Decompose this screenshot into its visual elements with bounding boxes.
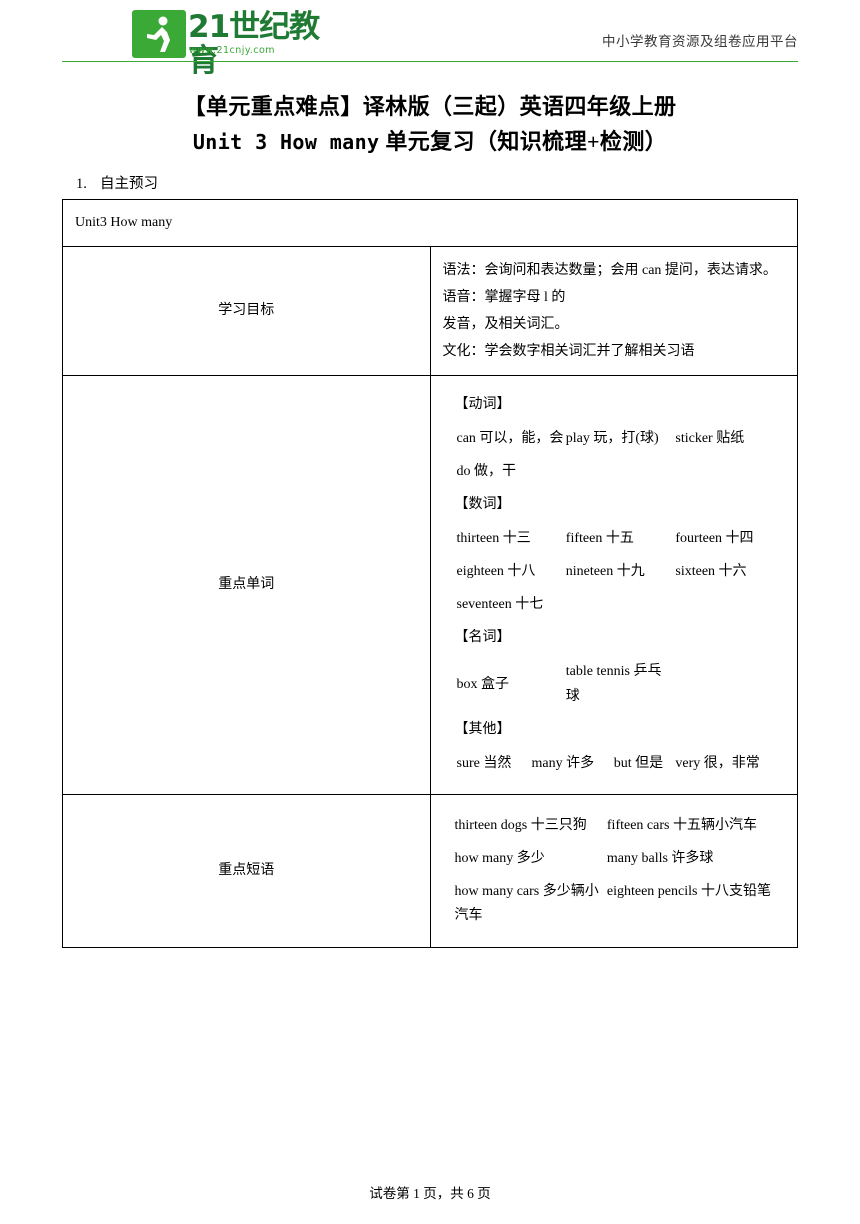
word-category: 【数词】 [454,497,511,512]
header-tagline: 中小学教育资源及组卷应用平台 [602,34,798,49]
word-row: box 盒子 table tennis 乒乓球 [443,659,786,709]
section-label: 自主预习 [100,176,158,192]
word-category: 【名词】 [454,630,511,645]
row-label-words: 重点单词 [62,375,431,795]
objectives-cell: 语法：会询问和表达数量；会用 can 提问，表达请求。语音：掌握字母 l 的 发… [429,246,798,376]
word-entry: can 可以，能，会 [456,431,564,446]
word-row: can 可以，能，会 play 玩，打(球) sticker 贴纸 [443,426,786,451]
table-row: Unit3 How many [62,199,798,247]
word-entry: but 但是 [613,756,664,771]
word-entry: do 做，干 [456,464,517,479]
phrase-entry: fifteen cars 十五辆小汽车 [606,818,757,833]
title-line-2: Unit 3 How many 单元复习（知识梳理+检测） [62,124,798,160]
phrase-entry: how many cars 多少辆小汽车 [454,884,599,923]
word-entry: seventeen 十七 [456,597,544,612]
section-number: 1. [76,176,87,192]
key-phrases-cell: thirteen dogs 十三只狗 fifteen cars 十五辆小汽车 h… [429,794,798,948]
word-entry [675,659,785,709]
objective-line: 文化：学会数字相关词汇并了解相关习语 [442,344,695,359]
phrase-row: how many cars 多少辆小汽车 eighteen pencils 十八… [443,880,786,928]
word-row: sure 当然 many 许多 but 但是 very 很，非常 [443,751,786,776]
site-logo: 21世纪教育 www.21cnjy.com [132,10,322,78]
page-footer: 试卷第 1 页，共 6 页 [369,1186,491,1201]
phrase-entry: eighteen pencils 十八支铅笔 [606,884,771,899]
phrase-row: how many 多少 many balls 许多球 [443,847,786,871]
word-entry [566,459,676,484]
word-entry: sure 当然 [456,756,512,771]
title-unit-name: Unit 3 How many [192,130,380,154]
phrase-entry: thirteen dogs 十三只狗 [454,818,587,833]
document-page: 21世纪教育 www.21cnjy.com 中小学教育资源及组卷应用平台 【单元… [0,8,860,1224]
word-category: 【动词】 [454,397,511,412]
word-entry: nineteen 十九 [565,564,645,579]
review-table: Unit3 How many 学习目标 语法：会询问和表达数量；会用 can 提… [62,199,798,948]
word-row: thirteen 十三 fifteen 十五 fourteen 十四 [443,526,786,551]
phrase-entry: how many 多少 [454,851,545,866]
word-entry: fifteen 十五 [565,531,634,546]
objective-line: 发音，及相关词汇。 [442,317,569,332]
logo-text: 21世纪教育 [188,9,320,79]
title-unit-suffix: 单元复习（知识梳理+检测） [379,129,668,154]
word-entry: sixteen 十六 [675,564,747,579]
row-label-phrases: 重点短语 [62,794,431,948]
word-row: do 做，干 [443,459,786,484]
phrase-entry: many balls 许多球 [606,851,714,866]
objective-line: 语法：会询问和表达数量；会用 can 提问，表达请求。语音：掌握字母 l 的 [442,263,777,305]
word-entry: many 许多 [531,756,595,771]
phrase-row: thirteen dogs 十三只狗 fifteen cars 十五辆小汽车 [443,814,786,838]
word-entry [675,592,785,617]
logo-subtext: www.21cnjy.com [189,45,276,56]
word-entry: thirteen 十三 [456,531,531,546]
page-header: 21世纪教育 www.21cnjy.com 中小学教育资源及组卷应用平台 [62,8,798,78]
word-entry: fourteen 十四 [675,531,754,546]
word-entry: play 玩，打(球) [565,431,659,446]
page-title: 【单元重点难点】译林版（三起）英语四年级上册 Unit 3 How many 单… [62,90,798,160]
word-entry [566,592,676,617]
unit-title-cell: Unit3 How many [62,199,798,247]
word-row: eighteen 十八 nineteen 十九 sixteen 十六 [443,559,786,584]
table-row: 重点短语 thirteen dogs 十三只狗 fifteen cars 十五辆… [62,794,798,948]
word-entry: table tennis 乒乓球 [565,664,662,704]
table-row: 学习目标 语法：会询问和表达数量；会用 can 提问，表达请求。语音：掌握字母 … [62,246,798,376]
word-entry: very 很，非常 [675,756,760,771]
word-entry: sticker 贴纸 [675,431,745,446]
word-row: seventeen 十七 [443,592,786,617]
word-entry: box 盒子 [456,676,510,692]
header-divider [62,61,798,62]
key-words-cell: 【动词】 can 可以，能，会 play 玩，打(球) sticker 贴纸 d… [429,375,798,795]
word-entry: eighteen 十八 [456,564,536,579]
title-line-1: 【单元重点难点】译林版（三起）英语四年级上册 [183,94,677,119]
section-heading: 1. 自主预习 [76,172,798,193]
row-label-objectives: 学习目标 [62,246,431,376]
word-category: 【其他】 [454,722,511,737]
runner-icon [147,16,170,52]
word-entry [675,459,785,484]
table-row: 重点单词 【动词】 can 可以，能，会 play 玩，打(球) sticker… [62,375,798,795]
